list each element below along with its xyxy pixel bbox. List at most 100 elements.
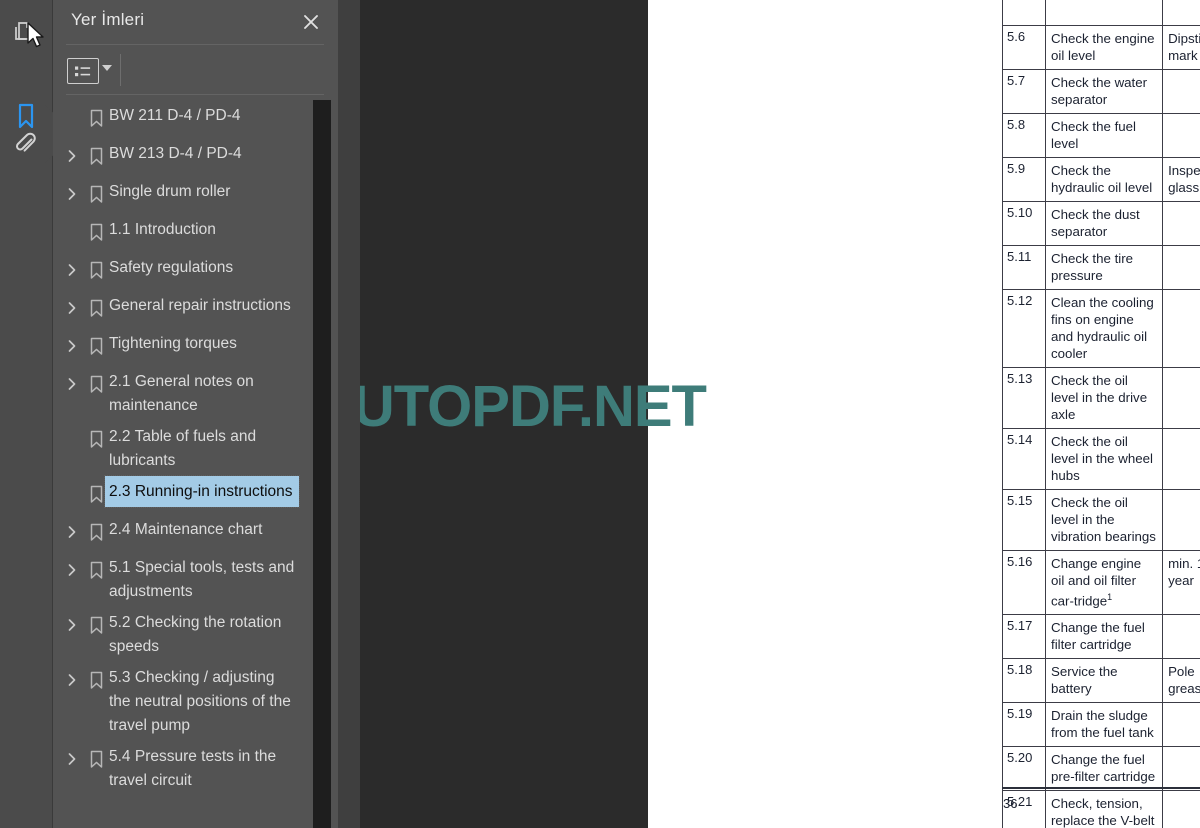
bookmark-icon: [83, 665, 109, 695]
chevron-down-icon[interactable]: [102, 65, 112, 71]
chevron-right-icon[interactable]: [61, 610, 83, 640]
chevron-right-icon[interactable]: [61, 255, 83, 285]
cell-number: 5.11: [1002, 245, 1046, 290]
bookmark-icon: [83, 255, 109, 285]
cell-note: [1162, 790, 1200, 828]
cell-task: Change engine oil and oil filter car-tri…: [1044, 549, 1164, 616]
bookmark-label: Safety regulations: [109, 259, 234, 276]
twisty-placeholder: [61, 479, 83, 509]
table-row: 5.10Check the dust separatorX: [1002, 201, 1200, 246]
cell-task: Check the dust separator: [1044, 201, 1164, 246]
close-icon[interactable]: [298, 9, 324, 35]
bookmark-label: 5.3 Checking / adjusting the neutral pos…: [109, 669, 291, 734]
bookmark-item[interactable]: 5.2 Checking the rotation speeds: [53, 607, 338, 662]
bookmark-item[interactable]: 2.3 Running-in instructions: [53, 475, 338, 514]
chevron-right-icon[interactable]: [61, 293, 83, 323]
twisty-placeholder: [61, 217, 83, 247]
cell-task: Check the oil level in the vibration bea…: [1044, 489, 1164, 551]
panel-right-edge: [331, 0, 338, 828]
bookmark-item[interactable]: 2.4 Maintenance chart: [53, 514, 338, 552]
cell-note: [1162, 201, 1200, 246]
cell-number: 5.12: [1002, 289, 1046, 368]
bookmark-label: General repair instructions: [109, 297, 291, 314]
cell-number: 5.8: [1002, 113, 1046, 158]
twisty-placeholder: [61, 424, 83, 454]
cell-number: 5.10: [1002, 201, 1046, 246]
bookmark-item[interactable]: General repair instructions: [53, 290, 338, 328]
table-row: 5.18Service the batteryPole greaseX: [1002, 658, 1200, 704]
cell-number: 5.19: [1002, 702, 1046, 748]
cell-number: 5.6: [1002, 25, 1046, 70]
panel-splitter[interactable]: [338, 0, 360, 828]
chevron-right-icon[interactable]: [61, 744, 83, 774]
bookmarks-panel: Yer İmleri BW 211 D-4 / PD-4 BW 213 D-4 …: [53, 0, 338, 828]
pdf-reader-window: Yer İmleri BW 211 D-4 / PD-4 BW 213 D-4 …: [0, 0, 1200, 828]
chevron-right-icon[interactable]: [61, 141, 83, 171]
bookmark-tree[interactable]: BW 211 D-4 / PD-4 BW 213 D-4 / PD-4 Single…: [53, 100, 338, 828]
cell-note: Dipstick mark: [1162, 25, 1200, 70]
chevron-right-icon[interactable]: [61, 555, 83, 585]
table-row: 5.8Check the fuel levelX: [1002, 113, 1200, 158]
table-row: 5.9Check the hydraulic oil levelInspecti…: [1002, 157, 1200, 202]
bookmark-icon: [83, 217, 109, 247]
cell-task: Check the oil level in the drive axle: [1044, 367, 1164, 429]
chevron-right-icon[interactable]: [61, 665, 83, 695]
list-options-icon[interactable]: [67, 58, 99, 84]
bookmark-item[interactable]: 5.3 Checking / adjusting the neutral pos…: [53, 662, 338, 741]
bookmark-item[interactable]: BW 213 D-4 / PD-4: [53, 138, 338, 176]
bookmark-item[interactable]: 2.2 Table of fuels and lubricants: [53, 421, 338, 476]
cell-note: [1162, 614, 1200, 660]
bookmark-icon: [83, 369, 109, 399]
table-row: 5.14 Check the oil level in the wheel hub…: [1002, 428, 1200, 490]
bookmark-icon: [83, 555, 109, 585]
cell-number: 5.13: [1002, 367, 1046, 429]
table-row: 5.20 Change the fuel pre-filter cartridge…: [1002, 746, 1200, 792]
bookmark-label: Single drum roller: [109, 183, 231, 200]
bookmark-item[interactable]: Tightening torques: [53, 328, 338, 366]
bookmark-item[interactable]: Safety regulations: [53, 252, 338, 290]
document-viewer[interactable]: Runafteeveeveeveeve5.6Check the engine o…: [360, 0, 1200, 828]
chevron-right-icon[interactable]: [61, 369, 83, 399]
bookmark-item[interactable]: 1.1 Introduction: [53, 214, 338, 252]
bookmark-item[interactable]: 5.1 Special tools, tests and adjustments: [53, 552, 338, 607]
header-task: [1044, 0, 1164, 26]
maintenance-chart-table: Runafteeveeveeveeve5.6Check the engine o…: [1002, 0, 1200, 828]
chevron-right-icon[interactable]: [61, 517, 83, 547]
cell-number: 5.15: [1002, 489, 1046, 551]
cell-note: min. 1x per year: [1162, 549, 1200, 616]
cell-task: Check, tension, replace the V-belt: [1044, 790, 1164, 828]
bookmarks-scrollbar-track[interactable]: [313, 100, 639, 828]
table-row: 5.16 Change engine oil and oil filter car…: [1002, 549, 1200, 616]
sidebar-icon-rail: [0, 0, 58, 828]
panel-header: Yer İmleri: [53, 0, 338, 46]
toolbar-divider: [66, 94, 324, 95]
cell-task: Check the hydraulic oil level: [1044, 157, 1164, 202]
cell-task: Check the engine oil level: [1044, 25, 1164, 70]
bookmark-item[interactable]: 2.1 General notes on maintenance: [53, 366, 338, 421]
cell-task: Service the battery: [1044, 658, 1164, 704]
toolbar-separator: [120, 54, 121, 86]
bookmark-item[interactable]: BW 211 D-4 / PD-4: [53, 100, 338, 138]
table-row: 5.13 Check the oil level in the drive axl…: [1002, 367, 1200, 429]
rail-item-attachments[interactable]: [0, 116, 52, 172]
header-num: [1002, 0, 1046, 26]
cell-number: 5.7: [1002, 69, 1046, 114]
cell-task: Check the water separator: [1044, 69, 1164, 114]
chevron-right-icon[interactable]: [61, 179, 83, 209]
cell-note: [1162, 746, 1200, 792]
rail-item-page-thumbnails[interactable]: [0, 4, 52, 60]
panel-title: Yer İmleri: [71, 10, 145, 29]
bookmark-icon: [83, 610, 109, 640]
table-row: 5.21Check, tension, replace the V-beltX: [1002, 790, 1200, 828]
table-header-row: Runafteeveeveeveeve: [1002, 0, 1200, 26]
bookmark-label: 2.3 Running-in instructions: [104, 475, 300, 508]
bookmark-icon: [83, 103, 109, 133]
bookmark-item[interactable]: 5.4 Pressure tests in the travel circuit: [53, 741, 338, 796]
page-number: 36: [1003, 796, 1018, 811]
bookmark-icon: [83, 141, 109, 171]
chevron-right-icon[interactable]: [61, 331, 83, 361]
cell-task: Clean the cooling fins on engine and hyd…: [1044, 289, 1164, 368]
bookmark-item[interactable]: Single drum roller: [53, 176, 338, 214]
cell-task: Drain the sludge from the fuel tank: [1044, 702, 1164, 748]
bookmark-label: 2.4 Maintenance chart: [109, 521, 263, 538]
